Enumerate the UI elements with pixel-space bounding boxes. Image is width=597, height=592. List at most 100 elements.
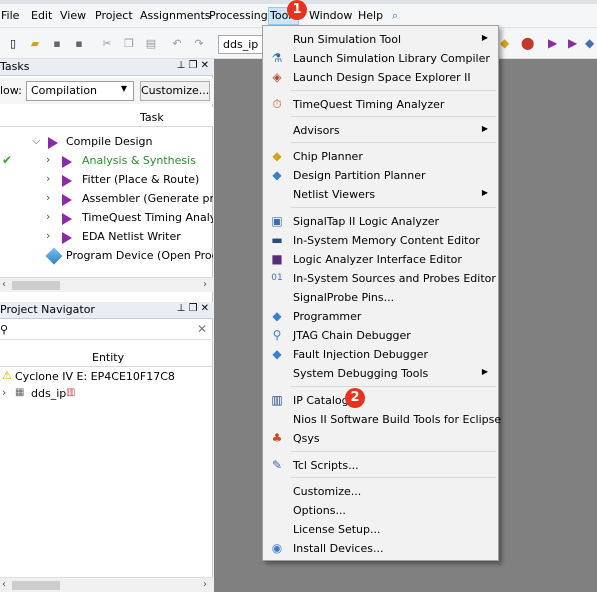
menu-item-chip-planner[interactable]: ◆ Chip Planner [263,147,498,166]
flow-select[interactable]: Compilation ▼ [26,81,134,101]
scroll-right-icon[interactable]: › [203,579,207,590]
tasks-panel-title: Tasks [0,60,30,73]
menu-item-logic-analyzer-interface[interactable]: ■ Logic Analyzer Interface Editor [263,250,498,269]
menu-separator [291,207,496,208]
menu-item-nios-ii-sbt[interactable]: Nios II Software Build Tools for Eclipse [263,410,501,429]
simulation-library-icon: ⚗ [271,51,283,65]
menu-item-tcl-scripts[interactable]: ✎ Tcl Scripts... [263,456,498,475]
task-label: Compile Design [66,135,153,148]
menu-item-signalprobe-pins[interactable]: SignalProbe Pins... [263,288,498,307]
menu-item-design-space-explorer[interactable]: ◈ Launch Design Space Explorer II [263,68,498,87]
menu-item-memory-content-editor[interactable]: ▬ In-System Memory Content Editor [263,231,498,250]
chip-tool-icon[interactable]: ◆ [500,36,509,50]
clear-search-icon[interactable]: ✕ [197,322,207,336]
stop-icon[interactable]: ⬤ [521,36,534,50]
task-label: Assembler (Generate progra [82,192,213,205]
signaltap-icon: ▣ [271,214,283,228]
task-column-header: Task [0,107,213,127]
entity-row[interactable]: › ▦ dds_ip ▥ [0,385,213,403]
design-space-explorer-icon: ◈ [272,70,282,84]
chevron-down-icon[interactable]: ⌵ [32,134,40,148]
save-all-icon[interactable]: ▪ [72,37,86,51]
menu-file[interactable]: File [0,8,20,24]
chevron-right-icon[interactable]: › [46,153,50,166]
menu-item-netlist-viewers[interactable]: Netlist Viewers ▶ [263,185,498,204]
tasks-horizontal-scrollbar[interactable]: ‹ › [0,277,213,292]
scroll-left-icon[interactable]: ‹ [2,279,6,290]
task-row[interactable]: › Fitter (Place & Route) [0,171,213,190]
flow-label: low: [0,84,22,97]
menu-item-timequest[interactable]: ⏱ TimeQuest Timing Analyzer [263,95,498,114]
menu-item-system-debugging-tools[interactable]: System Debugging Tools ▶ [263,364,498,383]
chevron-right-icon[interactable]: › [46,191,50,204]
project-combo[interactable]: dds_ip [218,35,264,54]
task-row[interactable]: › EDA Netlist Writer [0,228,213,247]
menu-assignments[interactable]: Assignments [139,8,212,24]
menu-view[interactable]: View [59,8,87,24]
menu-item-fault-injection-debugger[interactable]: ◆ Fault Injection Debugger [263,345,498,364]
undo-icon[interactable]: ↶ [170,37,184,51]
submenu-arrow-icon: ▶ [481,188,488,197]
save-icon[interactable]: ▪ [50,37,64,51]
menu-item-signaltap[interactable]: ▣ SignalTap II Logic Analyzer [263,212,498,231]
task-row[interactable]: ⌵ Compile Design [0,133,213,152]
cut-icon[interactable]: ✂ [100,37,114,51]
menu-item-ip-catalog[interactable]: ▥ IP Catalog [263,391,498,410]
menu-item-launch-simulation-library-compiler[interactable]: ⚗ Launch Simulation Library Compiler [263,49,498,68]
tools-menu: Run Simulation Tool ▶ ⚗ Launch Simulatio… [262,25,501,561]
menu-item-jtag-chain-debugger[interactable]: ⚲ JTAG Chain Debugger [263,326,498,345]
menu-separator [291,142,496,143]
menu-item-qsys[interactable]: ♣ Qsys [263,429,498,448]
menu-item-license-setup[interactable]: License Setup... [263,520,498,539]
play-icon [62,156,72,168]
navigator-search[interactable]: ⚲ ✕ [0,320,213,340]
submenu-arrow-icon: ▶ [481,124,488,133]
dock-buttons-icon[interactable]: ⊥ ❐ ✕ [177,60,209,71]
fault-injection-icon: ◆ [272,347,282,361]
chevron-right-icon[interactable]: › [46,210,50,223]
menu-item-advisors[interactable]: Advisors ▶ [263,121,498,140]
customize-button[interactable]: Customize... [140,81,210,101]
dock-buttons-icon[interactable]: ⊥ ❐ ✕ [177,303,209,314]
open-folder-icon[interactable]: ▰ [28,37,42,51]
programmer-icon[interactable]: ◆ [585,36,594,50]
menu-help[interactable]: Help [357,8,384,24]
analysis-icon[interactable]: ▶ [568,36,577,50]
menu-processing[interactable]: Processing [208,8,269,24]
scroll-left-icon[interactable]: ‹ [2,579,6,590]
menu-item-run-simulation-tool[interactable]: Run Simulation Tool ▶ [263,30,498,49]
navigator-horizontal-scrollbar[interactable]: ‹ › [0,577,213,592]
paste-icon[interactable]: ▤ [144,37,158,51]
scroll-thumb[interactable] [12,281,60,290]
menu-item-sources-probes-editor[interactable]: 01 In-System Sources and Probes Editor [263,269,498,288]
device-row[interactable]: ⚠ Cyclone IV E: EP4CE10F17C8 [0,368,213,386]
redo-icon[interactable]: ↷ [192,37,206,51]
help-pointer-icon[interactable]: ⌕ [391,8,399,24]
menu-item-install-devices[interactable]: ◉ Install Devices... [263,539,498,558]
scroll-thumb[interactable] [12,581,60,590]
menu-item-customize[interactable]: Customize... [263,482,498,501]
jtag-debugger-icon: ⚲ [272,328,282,342]
menu-item-design-partition-planner[interactable]: ◆ Design Partition Planner [263,166,498,185]
chevron-right-icon[interactable]: › [46,172,50,185]
copy-icon[interactable]: ❐ [122,37,136,51]
menu-edit[interactable]: Edit [30,8,53,24]
navigator-panel-title: Project Navigator [0,303,95,316]
task-row[interactable]: › Assembler (Generate progra [0,190,213,209]
start-compilation-icon[interactable]: ▶ [548,36,557,50]
task-row[interactable]: ✔ › Analysis & Synthesis [0,152,213,171]
scroll-right-icon[interactable]: › [203,279,207,290]
task-row[interactable]: Program Device (Open Program [0,247,213,266]
chevron-right-icon[interactable]: › [46,229,50,242]
menu-item-options[interactable]: Options... [263,501,498,520]
chevron-right-icon[interactable]: › [2,386,6,399]
hierarchy-icon: ▥ [66,387,76,398]
programmer-icon: ◆ [272,309,282,323]
menu-window[interactable]: Window [308,8,353,24]
menu-item-programmer[interactable]: ◆ Programmer [263,307,498,326]
menu-project[interactable]: Project [94,8,134,24]
task-row[interactable]: › TimeQuest Timing Analysis [0,209,213,228]
new-file-icon[interactable]: ▯ [6,37,20,51]
submenu-arrow-icon: ▶ [481,367,488,376]
warning-icon: ⚠ [2,369,12,382]
